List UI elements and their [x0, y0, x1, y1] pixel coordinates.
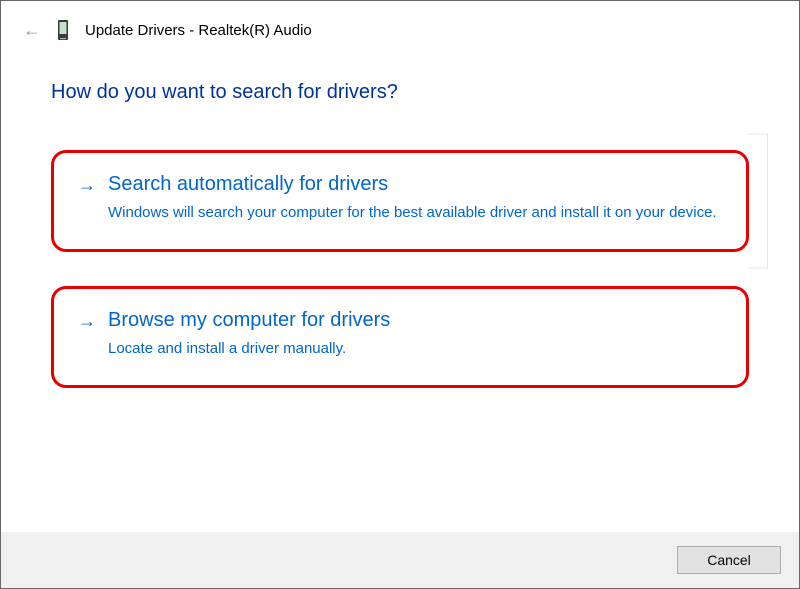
option-search-automatically[interactable]: → Search automatically for drivers Windo… — [51, 150, 749, 252]
back-arrow-icon[interactable]: ← — [23, 20, 41, 41]
dialog-header: ← Update Drivers - Realtek(R) Audio — [1, 1, 799, 51]
cancel-button[interactable]: Cancel — [677, 546, 781, 574]
arrow-right-icon: → — [78, 312, 96, 330]
dialog-content: How do you want to search for drivers? →… — [1, 51, 799, 388]
option-title: Search automatically for drivers — [108, 173, 388, 196]
device-icon — [55, 19, 71, 41]
option-description: Windows will search your computer for th… — [108, 202, 722, 223]
page-heading: How do you want to search for drivers? — [51, 81, 749, 104]
option-title: Browse my computer for drivers — [108, 309, 390, 332]
arrow-right-icon: → — [78, 176, 96, 194]
dialog-footer: Cancel — [1, 532, 799, 588]
dialog-title: Update Drivers - Realtek(R) Audio — [85, 22, 312, 39]
option-description: Locate and install a driver manually. — [108, 338, 722, 359]
option-browse-computer[interactable]: → Browse my computer for drivers Locate … — [51, 286, 749, 388]
